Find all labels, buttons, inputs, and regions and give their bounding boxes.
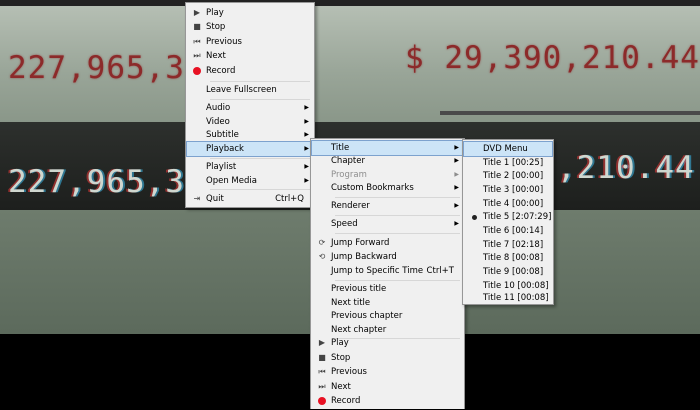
menu-item-title-1[interactable]: Title 1 [00:25]	[464, 156, 552, 170]
menu-item-jump-to-specific-time[interactable]: Jump to Specific Time Ctrl+T	[312, 264, 463, 278]
menu-separator	[335, 280, 460, 281]
menu-item-stop[interactable]: ■ Stop	[187, 20, 313, 34]
submenu-arrow-icon: ▶	[454, 157, 459, 164]
menu-item-next[interactable]: ⏭ Next	[312, 380, 463, 394]
submenu-arrow-icon: ▶	[454, 171, 459, 178]
video-black-strip	[0, 0, 700, 6]
submenu-arrow-icon: ▶	[454, 220, 459, 227]
menu-item-title-4[interactable]: Title 4 [00:00]	[464, 197, 552, 211]
previous-icon: ⏮	[193, 37, 201, 46]
menu-item-title-2[interactable]: Title 2 [00:00]	[464, 169, 552, 183]
next-icon: ⏭	[193, 51, 201, 60]
menu-separator	[210, 81, 310, 82]
menu-item-subtitle[interactable]: Subtitle ▶	[187, 128, 313, 142]
record-icon	[191, 64, 203, 78]
stop-icon: ■	[318, 353, 326, 362]
video-value-4: ,210.44	[557, 150, 695, 186]
menu-separator	[335, 197, 460, 198]
menu-item-playlist[interactable]: Playlist ▶	[187, 160, 313, 174]
menu-item-title-8[interactable]: Title 8 [00:08]	[464, 251, 552, 265]
video-value-1: 227,965,39	[8, 50, 205, 86]
shortcut-label: Ctrl+Q	[275, 194, 304, 204]
jump-backward-icon: ⟲	[318, 252, 326, 261]
menu-item-video[interactable]: Video ▶	[187, 115, 313, 129]
jump-forward-icon: ⟳	[318, 238, 326, 247]
menu-item-title[interactable]: Title ▶	[311, 140, 464, 156]
submenu-arrow-icon: ▶	[304, 131, 309, 138]
menu-separator	[210, 158, 310, 159]
menu-item-previous-title[interactable]: Previous title	[312, 282, 463, 296]
menu-item-next[interactable]: ⏭ Next	[187, 49, 313, 63]
menu-item-play[interactable]: ▶ Play	[187, 6, 313, 20]
quit-icon: ⇥	[193, 194, 201, 203]
selected-bullet-icon	[468, 210, 480, 224]
menu-item-open-media[interactable]: Open Media ▶	[187, 174, 313, 188]
menu-item-custom-bookmarks[interactable]: Custom Bookmarks ▶	[312, 181, 463, 195]
menu-item-previous[interactable]: ⏮ Previous	[187, 35, 313, 49]
menu-item-record[interactable]: Record	[312, 394, 463, 408]
video-value-2: $ 29,390,210.44	[405, 40, 700, 76]
submenu-arrow-icon: ▶	[454, 202, 459, 209]
menu-item-speed[interactable]: Speed ▶	[312, 217, 463, 231]
video-value-3: 227,965,39	[8, 164, 205, 200]
menu-item-next-chapter[interactable]: Next chapter	[312, 323, 463, 337]
menu-item-title-6[interactable]: Title 6 [00:14]	[464, 224, 552, 238]
shortcut-label: Ctrl+T	[426, 266, 454, 276]
menu-separator	[335, 215, 460, 216]
menu-item-chapter[interactable]: Chapter ▶	[312, 154, 463, 168]
menu-item-title-10[interactable]: Title 10 [00:08]	[464, 279, 552, 293]
submenu-arrow-icon: ▶	[454, 184, 459, 191]
menu-item-audio[interactable]: Audio ▶	[187, 101, 313, 115]
playback-submenu: Title ▶ Chapter ▶ Program ▶ Custom Bookmark…	[310, 138, 465, 409]
menu-item-jump-forward[interactable]: ⟳ Jump Forward	[312, 236, 463, 250]
menu-item-next-title[interactable]: Next title	[312, 296, 463, 310]
menu-item-previous[interactable]: ⏮ Previous	[312, 365, 463, 379]
title-submenu: DVD Menu Title 1 [00:25] Title 2 [00:00]…	[462, 139, 554, 305]
submenu-arrow-icon: ▶	[304, 177, 309, 184]
submenu-arrow-icon: ▶	[304, 104, 309, 111]
record-icon	[316, 394, 328, 408]
submenu-arrow-icon: ▶	[304, 118, 309, 125]
menu-item-stop[interactable]: ■ Stop	[312, 351, 463, 365]
menu-separator	[335, 233, 460, 234]
menu-item-record[interactable]: Record	[187, 64, 313, 78]
menu-item-program[interactable]: Program ▶	[312, 168, 463, 182]
menu-item-title-11[interactable]: Title 11 [00:08]	[464, 292, 552, 304]
menu-item-title-3[interactable]: Title 3 [00:00]	[464, 183, 552, 197]
menu-separator	[210, 99, 310, 100]
menu-separator	[210, 189, 310, 190]
menu-item-renderer[interactable]: Renderer ▶	[312, 199, 463, 213]
previous-icon: ⏮	[318, 367, 326, 376]
menu-item-play[interactable]: ▶ Play	[312, 336, 463, 350]
menu-item-leave-fullscreen[interactable]: Leave Fullscreen	[187, 83, 313, 97]
menu-item-title-9[interactable]: Title 9 [00:08]	[464, 265, 552, 279]
main-context-menu: ▶ Play ■ Stop ⏮ Previous ⏭ Next Record Leave…	[185, 2, 315, 208]
play-icon: ▶	[318, 338, 326, 347]
submenu-arrow-icon: ▶	[304, 145, 309, 152]
menu-item-playback[interactable]: Playback ▶	[186, 141, 314, 157]
menu-item-jump-backward[interactable]: ⟲ Jump Backward	[312, 250, 463, 264]
menu-item-title-7[interactable]: Title 7 [02:18]	[464, 238, 552, 252]
menu-item-previous-chapter[interactable]: Previous chapter	[312, 309, 463, 323]
menu-item-title-5[interactable]: Title 5 [2:07:29]	[464, 210, 552, 224]
next-icon: ⏭	[318, 382, 326, 391]
menu-item-quit[interactable]: ⇥ Quit Ctrl+Q	[187, 192, 313, 206]
submenu-arrow-icon: ▶	[304, 163, 309, 170]
video-rule-line	[440, 111, 700, 115]
submenu-arrow-icon: ▶	[454, 144, 459, 151]
menu-item-dvd-menu[interactable]: DVD Menu	[463, 141, 553, 157]
play-icon: ▶	[193, 8, 201, 17]
stop-icon: ■	[193, 22, 201, 31]
